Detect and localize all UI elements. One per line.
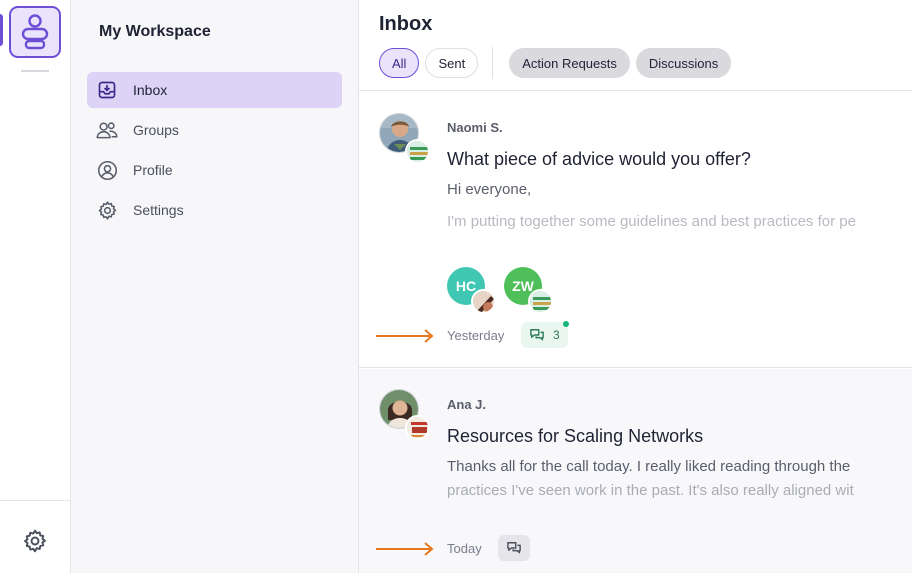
groups-icon xyxy=(96,119,118,141)
profile-icon xyxy=(96,159,118,181)
thread-author: Ana J. xyxy=(447,397,487,412)
filter-divider xyxy=(492,47,494,79)
rail-active-indicator xyxy=(0,14,3,46)
filter-action-requests-chip[interactable]: Action Requests xyxy=(509,48,630,78)
chat-bubbles-icon xyxy=(530,329,544,341)
group-badge xyxy=(528,289,553,314)
event-badge xyxy=(405,415,430,440)
participant-avatar[interactable]: ZW xyxy=(504,267,556,319)
author-avatar xyxy=(379,113,431,165)
thread-preview-line: Hi everyone, xyxy=(447,181,532,198)
gear-icon xyxy=(96,199,118,221)
thread-timestamp: Today xyxy=(447,541,482,556)
thread-item[interactable]: Ana J. Resources for Scaling Networks Th… xyxy=(359,369,912,573)
filter-sent-chip[interactable]: Sent xyxy=(425,48,479,78)
sidebar-item-label: Inbox xyxy=(133,82,168,98)
thread-item[interactable]: Naomi S. What piece of advice would you … xyxy=(359,91,912,368)
filter-all-chip[interactable]: All xyxy=(379,48,420,78)
arrow-right-icon xyxy=(376,329,434,343)
app-rail xyxy=(0,0,71,573)
rail-divider xyxy=(21,70,49,72)
sidebar-item-label: Profile xyxy=(133,162,173,178)
sidebar-item-inbox[interactable]: Inbox xyxy=(87,72,342,108)
reply-button[interactable] xyxy=(498,535,530,561)
workspace-app-button[interactable] xyxy=(9,6,61,58)
rail-footer-divider xyxy=(0,500,71,501)
sidebar-item-settings[interactable]: Settings xyxy=(87,192,342,228)
robot-avatar-icon xyxy=(21,14,49,50)
gear-icon[interactable] xyxy=(22,528,48,554)
sidebar-item-groups[interactable]: Groups xyxy=(87,112,342,148)
group-badge xyxy=(405,139,430,164)
sidebar: My Workspace Inbox Groups Profile Settin… xyxy=(71,0,359,573)
inbox-icon xyxy=(96,79,118,101)
filter-discussions-chip[interactable]: Discussions xyxy=(635,48,732,78)
filter-bar: All Sent Action Requests Discussions xyxy=(379,47,737,79)
chat-bubbles-icon xyxy=(507,542,521,554)
reply-count-button[interactable]: 3 xyxy=(521,322,568,348)
sidebar-item-profile[interactable]: Profile xyxy=(87,152,342,188)
author-avatar xyxy=(379,389,431,441)
arrow-right-icon xyxy=(376,542,434,556)
thread-subject[interactable]: What piece of advice would you offer? xyxy=(447,149,751,170)
thread-subject[interactable]: Resources for Scaling Networks xyxy=(447,426,703,447)
reply-count: 3 xyxy=(553,328,560,342)
participant-photo-badge xyxy=(471,289,496,314)
page-title: Inbox xyxy=(379,13,433,35)
thread-preview-line: practices I've seen work in the past. It… xyxy=(447,482,854,499)
thread-author: Naomi S. xyxy=(447,120,503,135)
inbox-panel: Inbox All Sent Action Requests Discussio… xyxy=(359,0,912,573)
workspace-title: My Workspace xyxy=(99,23,211,40)
thread-preview-line: I'm putting together some guidelines and… xyxy=(447,213,856,230)
participant-avatar[interactable]: HC xyxy=(447,267,499,319)
unread-dot xyxy=(563,321,569,327)
thread-timestamp: Yesterday xyxy=(447,328,505,343)
sidebar-item-label: Settings xyxy=(133,202,184,218)
sidebar-item-label: Groups xyxy=(133,122,179,138)
sidebar-nav: Inbox Groups Profile Settings xyxy=(87,72,342,232)
thread-preview-line: Thanks all for the call today. I really … xyxy=(447,458,851,475)
